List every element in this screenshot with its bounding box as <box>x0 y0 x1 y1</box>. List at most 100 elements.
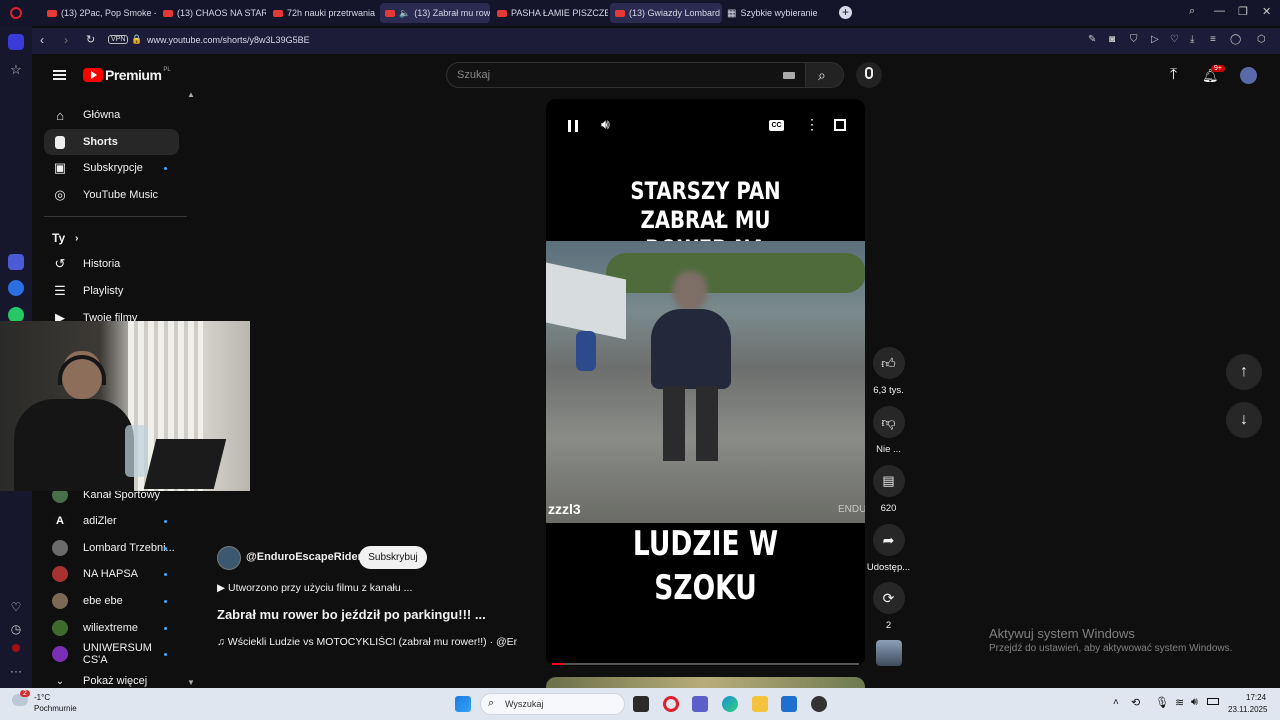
weather-widget[interactable]: 2 -1°C Pochmurnie <box>10 690 100 716</box>
windows-start-icon[interactable] <box>455 696 471 712</box>
camera-icon[interactable]: ◙ <box>1109 34 1115 45</box>
close-window-icon[interactable]: ✕ <box>1262 5 1271 18</box>
clock-date[interactable]: 23.11.2025 <box>1228 705 1267 714</box>
search-box[interactable]: Szukaj <box>446 62 806 88</box>
keyboard-icon[interactable] <box>783 72 795 79</box>
url-field[interactable]: www.youtube.com/shorts/y8w3L39G5BE <box>147 35 310 45</box>
like-button[interactable]: 👍︎ 6,3 tys. <box>866 347 911 396</box>
profile-icon[interactable]: ◯ <box>1230 34 1241 45</box>
app-icon[interactable] <box>811 696 827 712</box>
nav-item-shorts[interactable]: Shorts <box>44 129 179 155</box>
subscription-item[interactable]: Lombard Trzebni... <box>44 535 179 561</box>
nav-item-subscriptions[interactable]: ▣ Subskrypcje <box>44 155 179 181</box>
browser-tab-active[interactable]: 🔈 (13) Zabrał mu rower <box>380 3 490 23</box>
home-icon[interactable] <box>8 34 24 50</box>
sync-icon[interactable]: ⟲ <box>1131 696 1140 709</box>
opera-taskbar-icon[interactable] <box>663 696 679 712</box>
subscription-item[interactable]: AadiZler <box>44 508 179 534</box>
scroll-up-arrow-icon[interactable]: ▲ <box>187 90 195 99</box>
browser-tab[interactable]: ▦ Szybkie wybieranie <box>722 3 832 23</box>
edit-icon[interactable]: ✎ <box>1088 34 1096 45</box>
next-short-preview[interactable] <box>546 677 865 688</box>
subscription-item[interactable]: UNIWERSUM CS'A <box>44 641 179 667</box>
browser-tab[interactable]: PASHA ŁAMIE PISZCZEL! 🩼 <box>492 3 608 23</box>
shield-icon[interactable]: ⛉ <box>1130 34 1138 45</box>
scroll-down-arrow-icon[interactable]: ▼ <box>187 678 195 687</box>
more-options-icon[interactable]: ⋮ <box>805 116 819 133</box>
comments-button[interactable]: ▤ 620 <box>866 465 911 514</box>
next-short-button[interactable]: ↓ <box>1226 402 1262 438</box>
aria-icon[interactable] <box>8 254 24 270</box>
sound-thumbnail[interactable] <box>876 640 902 666</box>
star-icon[interactable]: ☆ <box>8 62 24 78</box>
sound-link[interactable]: ♫ Wściekli Ludzie vs MOTOCYKLIŚCI (zabra… <box>217 636 517 648</box>
heart-icon[interactable]: ♡ <box>8 599 24 615</box>
ublock-icon[interactable] <box>12 644 20 652</box>
subscription-item[interactable]: wiliextreme <box>44 615 179 641</box>
progress-track[interactable] <box>552 663 859 665</box>
channel-avatar[interactable] <box>217 546 241 570</box>
nav-item-home[interactable]: ⌂ Główna <box>44 102 179 128</box>
short-player[interactable]: 🔊︎ CC ⋮ STARSZY PAN ZABRAŁ MU ROWER NA P… <box>546 99 865 666</box>
new-tab-button[interactable]: + <box>839 6 852 19</box>
upload-icon[interactable]: ⤒ <box>1170 66 1177 84</box>
subscription-item[interactable]: ebe ebe <box>44 588 179 614</box>
clock-time[interactable]: 17:24 <box>1246 693 1266 702</box>
microphone-tray-icon[interactable]: 🎙︎ <box>1155 696 1169 709</box>
nav-section-you[interactable]: Ty › <box>44 225 179 251</box>
channel-name[interactable]: @EnduroEscapeRiders <box>246 551 368 563</box>
browser-tab[interactable]: 72h nauki przetrwania - cz <box>268 3 378 23</box>
avatar[interactable] <box>1240 67 1257 84</box>
nav-item-history[interactable]: ↺ Historia <box>44 251 179 277</box>
volume-icon[interactable]: 🔊︎ <box>601 116 610 133</box>
browser-tab[interactable]: (13) Gwiazdy Lombard✕ <box>610 3 722 23</box>
taskbar-search-input[interactable]: Wyszukaj <box>505 699 543 709</box>
browser-tab[interactable]: (13) CHAOS NA STARCIE, <box>158 3 266 23</box>
vpn-badge[interactable]: VPN <box>108 35 129 44</box>
store-icon[interactable] <box>781 696 797 712</box>
menu-icon[interactable]: ≡ <box>1210 34 1216 45</box>
share-button[interactable]: ➦ Udostęp... <box>866 524 911 573</box>
subscribe-button[interactable]: Subskrybuj <box>359 546 427 569</box>
nav-item-youtube-music[interactable]: ◎ YouTube Music <box>44 182 179 208</box>
back-icon[interactable]: ‹ <box>40 33 44 47</box>
volume-tray-icon[interactable]: 🔊︎ <box>1191 696 1198 709</box>
battery-icon[interactable] <box>1207 698 1219 705</box>
speaker-icon[interactable]: 🔈 <box>399 8 410 19</box>
messenger-icon[interactable] <box>8 280 24 296</box>
taskbar-search[interactable]: ⌕ Wyszukaj <box>480 693 625 715</box>
wifi-icon[interactable]: ≋ <box>1175 696 1184 709</box>
cube-icon[interactable]: ⬡ <box>1257 34 1266 45</box>
edge-icon[interactable] <box>722 696 738 712</box>
search-tabs-icon[interactable]: ⌕ <box>1189 5 1195 18</box>
fullscreen-icon[interactable] <box>834 119 846 131</box>
reload-icon[interactable]: ↻ <box>86 33 95 46</box>
download-icon[interactable]: ⤓ <box>1190 34 1194 45</box>
nav-item-playlists[interactable]: ☰ Playlisty <box>44 278 179 304</box>
browser-tab[interactable]: (13) 2Pac, Pop Smoke - W <box>42 3 156 23</box>
remix-button[interactable]: ⟳ 2 <box>866 582 911 631</box>
captions-icon[interactable]: CC <box>769 120 784 131</box>
file-explorer-icon[interactable] <box>752 696 768 712</box>
pause-icon[interactable] <box>568 120 578 132</box>
lock-icon[interactable]: 🔒 <box>131 34 142 45</box>
short-title[interactable]: Zabrał mu rower bo jeździł po parkingu!!… <box>217 607 486 622</box>
search-button[interactable]: ⌕ <box>806 62 844 88</box>
forward-icon[interactable]: › <box>64 33 68 47</box>
hamburger-menu-icon[interactable] <box>53 70 66 80</box>
clock-icon[interactable]: ◷ <box>8 621 24 637</box>
tray-chevron-icon[interactable]: ˄ <box>1113 697 1119 708</box>
notifications-button[interactable]: 🔔︎ 9+ <box>1202 65 1225 83</box>
play-icon[interactable]: ▷ <box>1151 34 1159 45</box>
task-view-icon[interactable] <box>633 696 649 712</box>
opera-logo-icon[interactable] <box>10 7 22 19</box>
subscription-item[interactable]: NA HAPSA <box>44 561 179 587</box>
more-icon[interactable]: ··· <box>8 664 24 680</box>
search-input[interactable]: Szukaj <box>457 69 490 81</box>
voice-search-button[interactable] <box>856 62 882 88</box>
previous-short-button[interactable]: ↑ <box>1226 354 1262 390</box>
bookmark-heart-icon[interactable]: ♡ <box>1170 34 1179 45</box>
teams-icon[interactable] <box>692 696 708 712</box>
dislike-button[interactable]: 👎︎ Nie ... <box>866 406 911 455</box>
youtube-logo[interactable]: Premium PL <box>83 67 171 83</box>
